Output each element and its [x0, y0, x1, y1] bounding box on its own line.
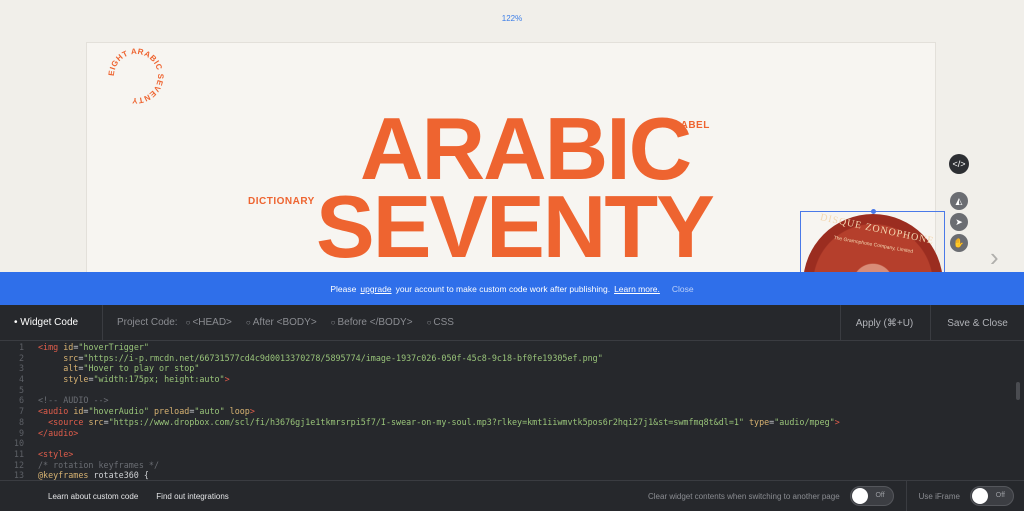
divider [905, 480, 907, 511]
tab-css[interactable]: ○ CSS [427, 317, 454, 328]
divider [102, 304, 103, 341]
code-line-9: </audio> [38, 427, 79, 438]
circular-logo-text: EIGHT ARABIC SEVENTY [107, 47, 165, 105]
line-number: 3 [18, 363, 24, 374]
code-line-1: <img id="hoverTrigger" [38, 342, 149, 352]
chevron-right-icon[interactable]: › [990, 242, 999, 273]
line-number: 6 [18, 395, 24, 406]
code-line-6: <!-- AUDIO --> [38, 395, 109, 406]
line-number: 9 [18, 427, 24, 438]
tab-head-label: <HEAD> [192, 317, 232, 328]
line-number: 1 [18, 342, 24, 352]
project-code-label: Project Code: [117, 317, 178, 328]
learn-custom-code-link[interactable]: Learn about custom code [48, 492, 138, 501]
record-image-widget[interactable]: DISQUE ZONOPHONE The Gramophone Company,… [800, 211, 945, 281]
code-line-7: <audio id="hoverAudio" preload="auto" lo… [38, 406, 255, 417]
tab-widget-code-label: Widget Code [20, 317, 79, 328]
toggle-state: Off [875, 492, 885, 499]
hero-title-seventy: SEVENTY [316, 177, 715, 276]
find-integrations-link[interactable]: Find out integrations [156, 492, 229, 501]
editor-tabs: • Widget Code Project Code: ○ <HEAD> ○ Aft… [0, 304, 1024, 341]
code-line-12: /* rotation keyframes */ [38, 459, 160, 470]
resize-handle[interactable] [871, 209, 876, 214]
svg-text:EIGHT ARABIC SEVENTY: EIGHT ARABIC SEVENTY [107, 47, 165, 105]
clear-widget-toggle[interactable]: Off [849, 486, 894, 506]
code-editor-panel: • Widget Code Project Code: ○ <HEAD> ○ Aft… [0, 304, 1024, 511]
save-close-button[interactable]: Save & Close [930, 305, 1024, 341]
clear-widget-label: Clear widget contents when switching to … [647, 491, 840, 501]
use-iframe-toggle[interactable]: Off [970, 486, 1014, 506]
line-number: 5 [18, 384, 24, 395]
line-number: 8 [18, 416, 24, 427]
code-line-11: <style> [38, 448, 74, 459]
line-number: 13 [13, 470, 24, 480]
code-editor[interactable]: 1 <img id="hoverTrigger" 2 src="https://i… [0, 342, 1024, 480]
zoom-level: 122% [501, 14, 523, 23]
pointer-icon[interactable]: ➤ [950, 213, 968, 231]
banner-message: your account to make custom code work af… [395, 283, 611, 294]
code-line-2: src="https://i-p.rmcdn.net/66731577cd4c9… [63, 352, 603, 363]
code-line-4: style="width:175px; height:auto"> [63, 374, 230, 385]
editor-scrollbar[interactable] [1016, 382, 1020, 400]
layers-icon[interactable]: ◭ [950, 192, 968, 210]
code-line-3: alt="Hover to play or stop" [63, 363, 200, 374]
use-iframe-label: Use iFrame [918, 491, 960, 501]
editor-footer: Learn about custom code Find out integra… [0, 480, 1024, 511]
toggle-knob [972, 488, 988, 504]
code-line-13: @keyframes rotate360 { [38, 470, 149, 480]
banner-prefix: Please [330, 283, 357, 294]
banner-close-button[interactable]: Close [672, 284, 694, 294]
learn-more-link[interactable]: Learn more. [614, 284, 660, 294]
apply-button[interactable]: Apply (⌘+U) [840, 305, 928, 341]
tab-after-body-label: After <BODY> [252, 317, 317, 328]
code-icon[interactable]: </> [949, 154, 969, 174]
line-number: 2 [18, 352, 24, 363]
hand-icon[interactable]: ✋ [950, 234, 968, 252]
label-text: LABEL [674, 120, 710, 131]
circular-logo: EIGHT ARABIC SEVENTY [107, 47, 165, 105]
toggle-state: Off [995, 492, 1005, 499]
tab-widget-code[interactable]: • Widget Code [0, 317, 102, 328]
line-number: 4 [18, 374, 24, 385]
line-number: 7 [18, 406, 24, 417]
tab-after-body[interactable]: ○ After <BODY> [246, 317, 317, 328]
toggle-knob [851, 488, 868, 504]
upgrade-banner: Please upgrade your account to make cust… [0, 272, 1024, 305]
line-number: 12 [13, 459, 24, 470]
tab-head[interactable]: ○ <HEAD> [186, 317, 232, 328]
line-number: 10 [13, 438, 24, 449]
dictionary-text: DICTIONARY [248, 196, 315, 207]
tab-css-label: CSS [433, 317, 454, 328]
tab-before-body[interactable]: ○ Before </BODY> [331, 317, 413, 328]
code-line-8: <source src="https://www.dropbox.com/scl… [48, 416, 840, 427]
upgrade-link[interactable]: upgrade [360, 284, 391, 294]
tab-before-body-label: Before </BODY> [337, 317, 413, 328]
line-number: 11 [13, 448, 24, 459]
